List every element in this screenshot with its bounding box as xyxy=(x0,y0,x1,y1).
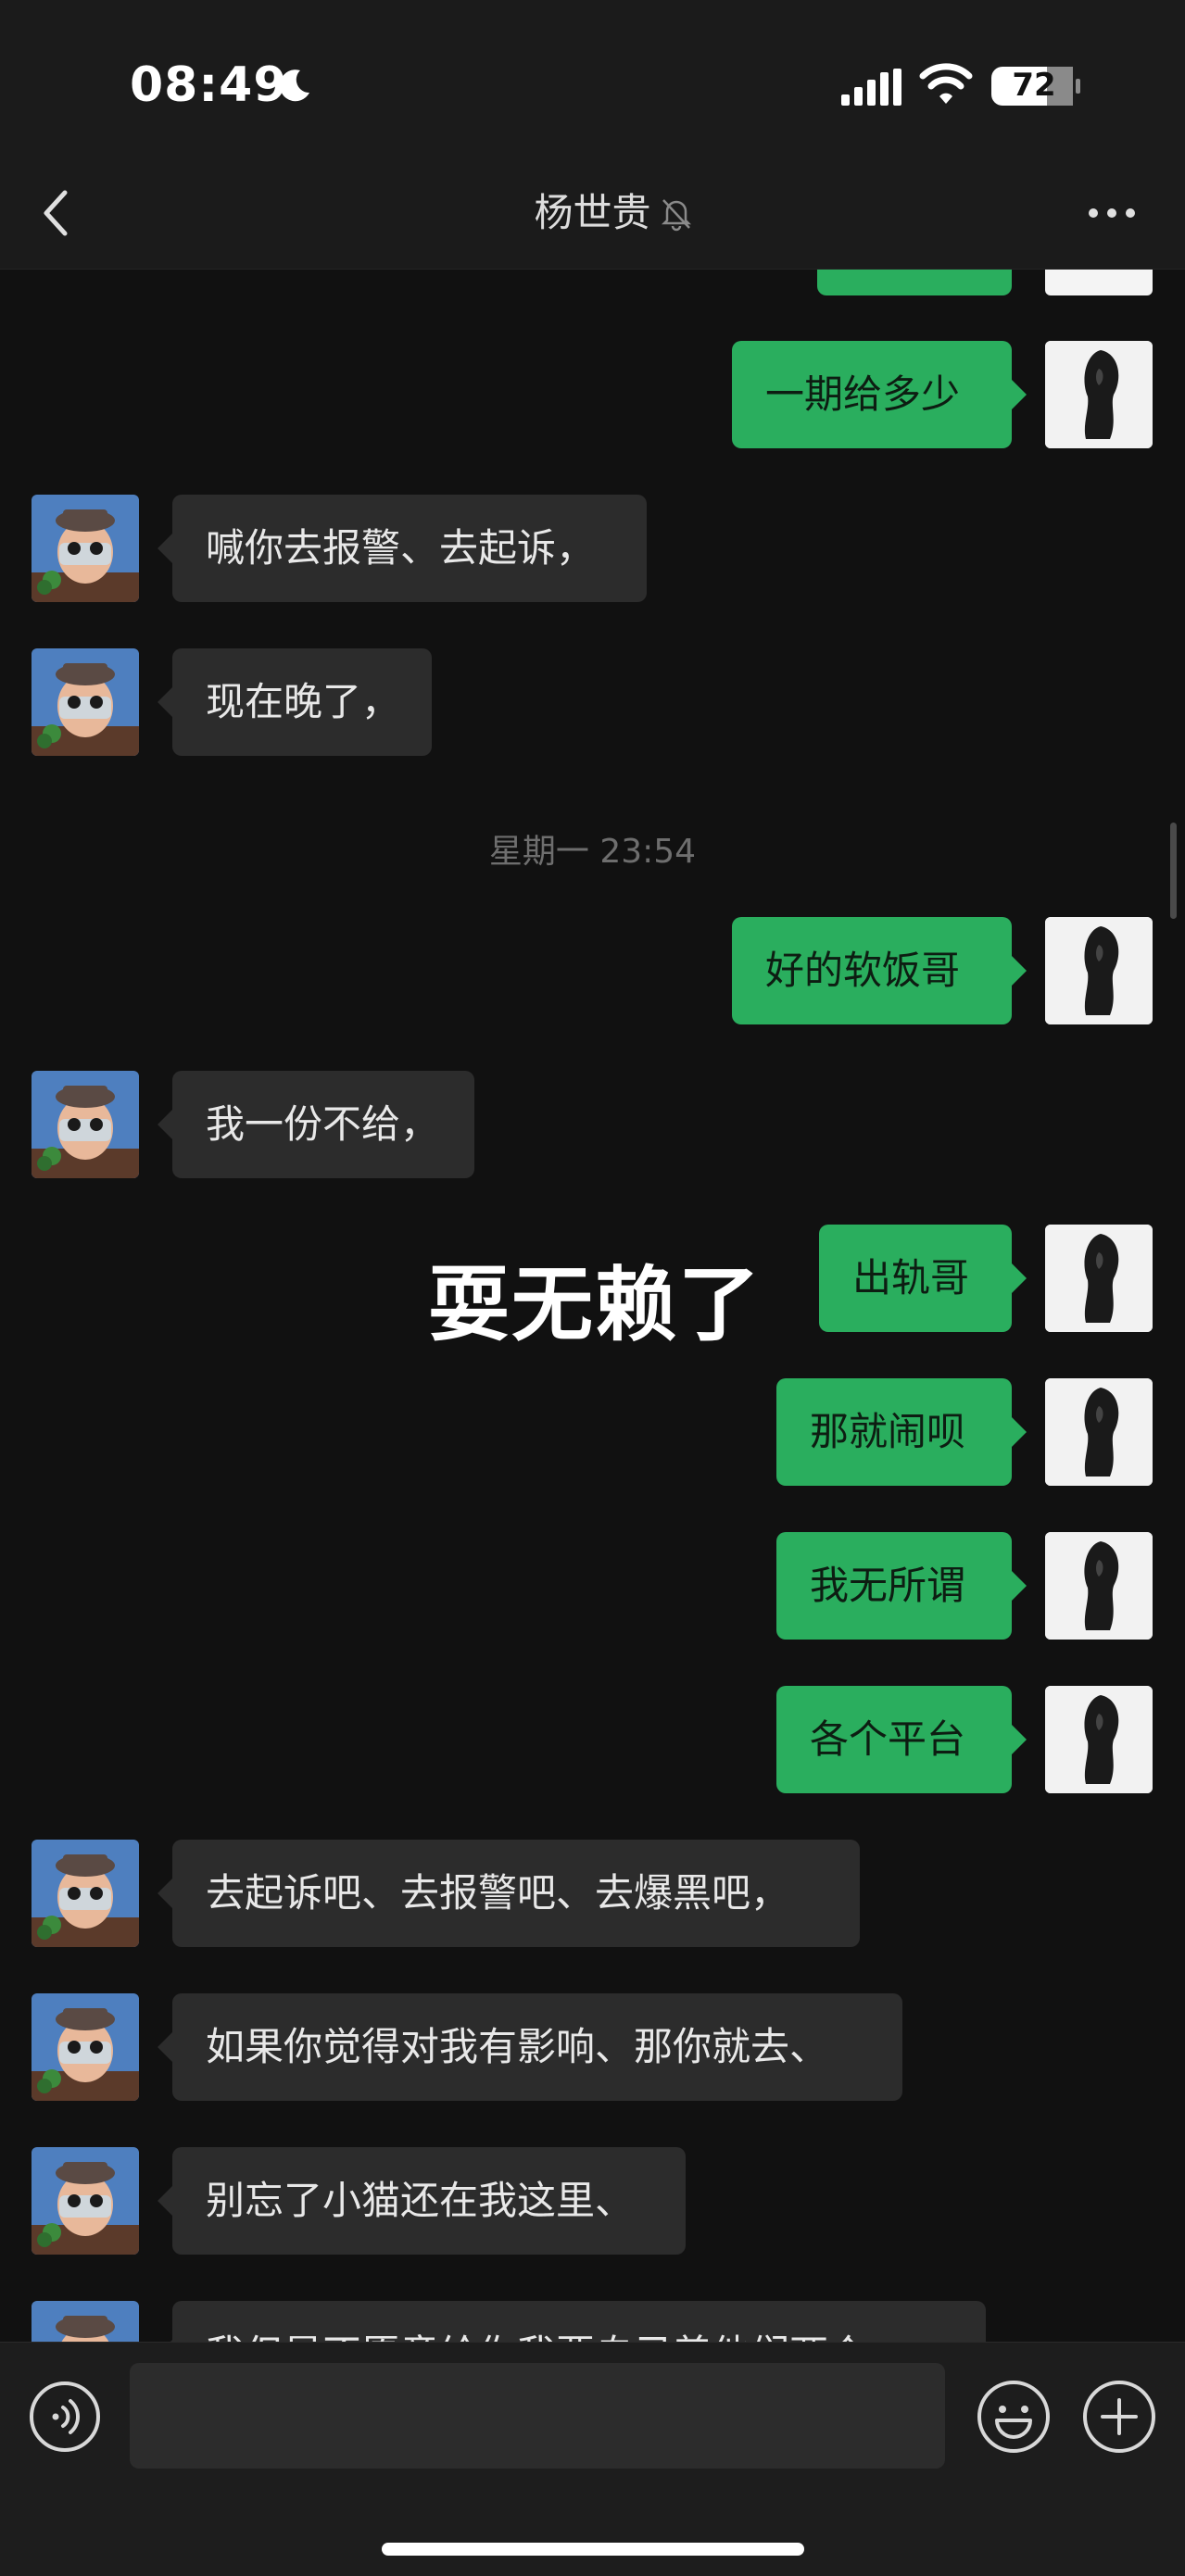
message-row: 出轨哥 xyxy=(0,1225,1185,1332)
status-time: 08:49 xyxy=(130,57,288,113)
message-row: 喊你去报警、去起诉， xyxy=(0,495,1185,602)
message-row: 那就闹呗 xyxy=(0,1378,1185,1486)
input-bar xyxy=(0,2342,1185,2576)
voice-icon[interactable] xyxy=(28,2380,102,2454)
bell-off-icon xyxy=(658,195,695,232)
message-bubble[interactable]: 现在晚了， xyxy=(158,648,432,756)
status-bar: 08:49 72 xyxy=(0,0,1185,157)
battery-level: 72 xyxy=(1012,67,1056,104)
contact-avatar[interactable] xyxy=(32,1993,139,2101)
emoji-icon[interactable] xyxy=(975,2378,1053,2456)
chat-title: 杨世贵 xyxy=(534,190,651,235)
message-bubble[interactable]: 我但是不愿意给你我要自己养他们两个 xyxy=(158,2301,986,2342)
message-bubble[interactable]: 我无所谓 xyxy=(776,1532,1027,1640)
message-row: 好的软饭哥 xyxy=(0,917,1185,1024)
message-bubble[interactable]: 一期给多少 xyxy=(732,341,1027,448)
contact-avatar[interactable] xyxy=(32,495,139,602)
message-row-partial: 我但是不愿意给你我要自己养他们两个 xyxy=(0,2301,1185,2342)
message-bubble[interactable]: 各个平台 xyxy=(776,1686,1027,1793)
message-row: 如果你觉得对我有影响、那你就去、 xyxy=(0,1993,1185,2101)
message-bubble[interactable]: 好的软饭哥 xyxy=(732,917,1027,1024)
home-indicator[interactable] xyxy=(382,2543,804,2556)
contact-avatar[interactable] xyxy=(32,1071,139,1178)
my-avatar[interactable] xyxy=(1045,1532,1153,1640)
message-bubble[interactable]: 如果你觉得对我有影响、那你就去、 xyxy=(158,1993,902,2101)
plus-icon[interactable] xyxy=(1080,2378,1158,2456)
message-timestamp: 星期一 23:54 xyxy=(488,833,697,871)
message-row: 一期给多少 xyxy=(0,341,1185,448)
message-row: 我一份不给， xyxy=(0,1071,1185,1178)
signal-icon xyxy=(839,67,902,109)
message-input[interactable] xyxy=(130,2363,945,2469)
message-row: 现在晚了， xyxy=(0,648,1185,756)
message-bubble[interactable]: 那就闹呗 xyxy=(776,1378,1027,1486)
my-avatar[interactable] xyxy=(1045,341,1153,448)
message-bubble[interactable]: 去起诉吧、去报警吧、去爆黑吧， xyxy=(158,1840,860,1947)
more-horizontal-icon[interactable] xyxy=(1086,202,1138,224)
scrollbar[interactable] xyxy=(1170,823,1177,919)
wifi-icon xyxy=(919,61,973,107)
message-row-partial xyxy=(0,270,1185,297)
my-avatar[interactable] xyxy=(1045,917,1153,1024)
contact-avatar[interactable] xyxy=(32,1840,139,1947)
moon-icon xyxy=(276,67,313,104)
message-bubble-partial[interactable] xyxy=(817,270,1012,295)
contact-avatar[interactable] xyxy=(32,2301,139,2342)
chat-screen: 08:49 72 杨世贵 一期给多少 喊你去报警、去起诉， 现在晚了， 星期一 … xyxy=(0,0,1185,2576)
message-bubble[interactable]: 出轨哥 xyxy=(819,1225,1027,1332)
message-bubble[interactable]: 喊你去报警、去起诉， xyxy=(158,495,647,602)
my-avatar[interactable] xyxy=(1045,1686,1153,1793)
my-avatar[interactable] xyxy=(1045,1225,1153,1332)
avatar-partial[interactable] xyxy=(1045,270,1153,295)
my-avatar[interactable] xyxy=(1045,1378,1153,1486)
contact-avatar[interactable] xyxy=(32,2147,139,2255)
contact-avatar[interactable] xyxy=(32,648,139,756)
message-row: 去起诉吧、去报警吧、去爆黑吧， xyxy=(0,1840,1185,1947)
message-row: 别忘了小猫还在我这里、 xyxy=(0,2147,1185,2255)
message-row: 各个平台 xyxy=(0,1686,1185,1793)
message-row: 我无所谓 xyxy=(0,1532,1185,1640)
message-bubble[interactable]: 我一份不给， xyxy=(158,1071,474,1178)
message-bubble[interactable]: 别忘了小猫还在我这里、 xyxy=(158,2147,686,2255)
chat-header: 杨世贵 xyxy=(0,157,1185,270)
